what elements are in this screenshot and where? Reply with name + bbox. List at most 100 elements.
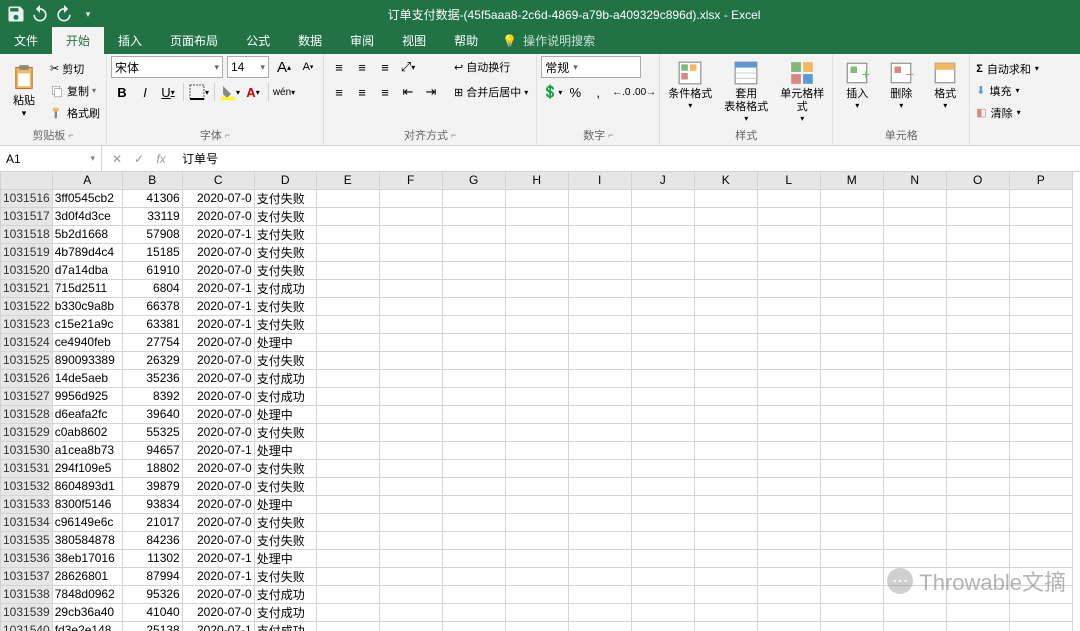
- cell[interactable]: [946, 513, 1009, 531]
- cell[interactable]: [442, 387, 505, 405]
- cell[interactable]: [757, 495, 820, 513]
- cell[interactable]: [883, 459, 946, 477]
- cell[interactable]: [1009, 279, 1072, 297]
- cell[interactable]: [694, 387, 757, 405]
- cell[interactable]: [379, 585, 442, 603]
- cell[interactable]: [568, 387, 631, 405]
- cell[interactable]: [442, 423, 505, 441]
- cell[interactable]: 18802: [122, 459, 182, 477]
- cell[interactable]: [379, 225, 442, 243]
- cell[interactable]: [442, 333, 505, 351]
- cell[interactable]: [505, 459, 568, 477]
- cell[interactable]: [568, 189, 631, 207]
- cell[interactable]: [694, 459, 757, 477]
- cell[interactable]: [316, 405, 379, 423]
- cell[interactable]: [694, 333, 757, 351]
- cell[interactable]: [505, 567, 568, 585]
- cell[interactable]: [316, 549, 379, 567]
- cell[interactable]: [946, 585, 1009, 603]
- cell[interactable]: [883, 387, 946, 405]
- col-header-M[interactable]: M: [820, 172, 883, 189]
- clear-button[interactable]: ◧清除▾: [974, 102, 1041, 123]
- cell[interactable]: [883, 225, 946, 243]
- cell[interactable]: [1009, 621, 1072, 631]
- cell[interactable]: [1009, 423, 1072, 441]
- orientation-button[interactable]: ⤢▾: [397, 56, 419, 78]
- row-header[interactable]: 1031537: [1, 567, 53, 585]
- cell[interactable]: ce4940feb: [52, 333, 122, 351]
- cell[interactable]: [568, 531, 631, 549]
- cell[interactable]: [820, 513, 883, 531]
- cell[interactable]: [316, 513, 379, 531]
- cell[interactable]: [631, 387, 694, 405]
- cell[interactable]: [379, 495, 442, 513]
- row-header[interactable]: 1031527: [1, 387, 53, 405]
- cell[interactable]: [757, 603, 820, 621]
- cell[interactable]: 4b789d4c4: [52, 243, 122, 261]
- paste-button[interactable]: 粘贴 ▾: [4, 58, 44, 124]
- cell[interactable]: [631, 423, 694, 441]
- cell[interactable]: [820, 225, 883, 243]
- cell[interactable]: 支付失败: [254, 513, 316, 531]
- cell[interactable]: 61910: [122, 261, 182, 279]
- cell[interactable]: [379, 333, 442, 351]
- cell[interactable]: [946, 405, 1009, 423]
- cell[interactable]: [757, 621, 820, 631]
- col-header-G[interactable]: G: [442, 172, 505, 189]
- cell[interactable]: [883, 261, 946, 279]
- cell[interactable]: [1009, 297, 1072, 315]
- cell[interactable]: [820, 477, 883, 495]
- cell[interactable]: [631, 405, 694, 423]
- indent-increase-button[interactable]: ⇥: [420, 81, 442, 103]
- cell[interactable]: 2020-07-0: [182, 333, 254, 351]
- cell[interactable]: 14de5aeb: [52, 369, 122, 387]
- cell[interactable]: [505, 207, 568, 225]
- cell[interactable]: [631, 225, 694, 243]
- cell[interactable]: [568, 459, 631, 477]
- accounting-button[interactable]: 💲▾: [541, 81, 563, 103]
- cell[interactable]: [568, 261, 631, 279]
- cell[interactable]: [946, 387, 1009, 405]
- cell[interactable]: [757, 441, 820, 459]
- indent-decrease-button[interactable]: ⇤: [397, 81, 419, 103]
- cell[interactable]: 支付失败: [254, 243, 316, 261]
- cell[interactable]: [883, 315, 946, 333]
- cell[interactable]: [631, 585, 694, 603]
- cell[interactable]: c0ab8602: [52, 423, 122, 441]
- cell[interactable]: 2020-07-0: [182, 423, 254, 441]
- cell[interactable]: [820, 333, 883, 351]
- cell[interactable]: [505, 531, 568, 549]
- shrink-font-button[interactable]: A▾: [297, 56, 319, 78]
- cell[interactable]: [568, 621, 631, 631]
- cell[interactable]: [631, 549, 694, 567]
- cell[interactable]: 6804: [122, 279, 182, 297]
- cell[interactable]: 2020-07-0: [182, 513, 254, 531]
- cell[interactable]: [694, 621, 757, 631]
- cell[interactable]: 2020-07-0: [182, 603, 254, 621]
- cell[interactable]: [379, 423, 442, 441]
- cell[interactable]: [946, 333, 1009, 351]
- comma-button[interactable]: ,: [587, 81, 609, 103]
- cell[interactable]: 8392: [122, 387, 182, 405]
- cell[interactable]: [883, 549, 946, 567]
- cell[interactable]: [694, 369, 757, 387]
- cell[interactable]: [694, 495, 757, 513]
- row-header[interactable]: 1031519: [1, 243, 53, 261]
- cell[interactable]: [694, 585, 757, 603]
- cell[interactable]: [442, 297, 505, 315]
- cell[interactable]: [694, 351, 757, 369]
- cell[interactable]: [631, 603, 694, 621]
- cell[interactable]: [694, 477, 757, 495]
- cell[interactable]: [631, 261, 694, 279]
- cell[interactable]: [316, 333, 379, 351]
- cell[interactable]: [568, 369, 631, 387]
- insert-cells-button[interactable]: +插入▾: [837, 58, 877, 124]
- cell[interactable]: [757, 225, 820, 243]
- cell[interactable]: [1009, 477, 1072, 495]
- cell[interactable]: [442, 585, 505, 603]
- cell[interactable]: [946, 225, 1009, 243]
- cell[interactable]: 294f109e5: [52, 459, 122, 477]
- row-header[interactable]: 1031518: [1, 225, 53, 243]
- cell[interactable]: [631, 351, 694, 369]
- cell[interactable]: [883, 621, 946, 631]
